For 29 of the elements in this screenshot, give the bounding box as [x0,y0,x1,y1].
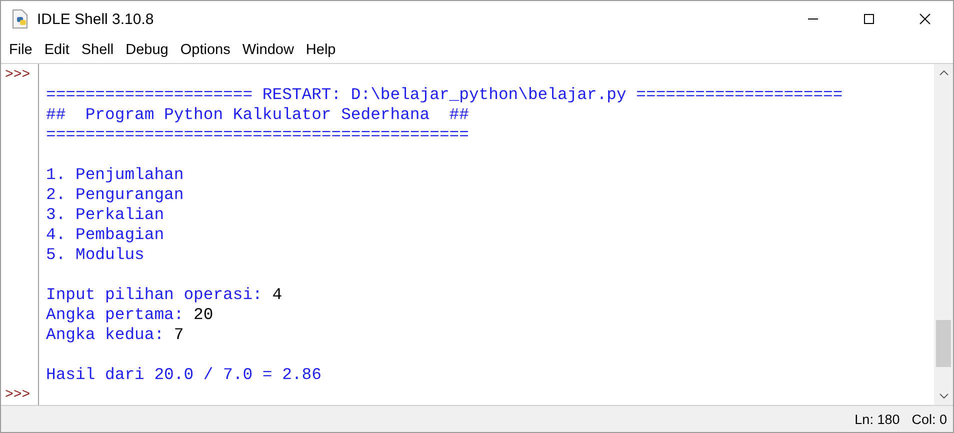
shell-output-line: ## Program Python Kalkulator Sederhana ## [46,105,469,124]
column-number-status: Col: 0 [912,412,947,426]
shell-output-line: Input pilihan operasi: 4 [46,285,282,304]
menu-item[interactable]: Edit [38,42,76,58]
shell-output-line: Angka kedua: 7 [46,325,184,344]
close-icon [919,13,931,25]
shell-output-line: 1. Penjumlahan [46,165,184,184]
menu-item[interactable]: File [3,42,38,58]
menu-item[interactable]: Shell [75,42,120,58]
shell-output-line: 5. Modulus [46,245,144,264]
menu-item[interactable]: Window [236,42,300,58]
shell-prompt: >>> [5,387,30,403]
menu-item[interactable]: Options [174,42,236,58]
line-number-status: Ln: 180 [854,412,900,426]
shell-output-line: 2. Pengurangan [46,185,184,204]
shell-prompt: >>> [5,67,30,83]
shell-output-line: Hasil dari 20.0 / 7.0 = 2.86 [46,365,322,384]
maximize-icon [863,13,875,25]
shell-output-line: Angka pertama: 20 [46,305,214,324]
vertical-scrollbar[interactable] [934,64,953,405]
shell-output-line: 3. Perkalian [46,205,164,224]
menu-item[interactable]: Help [300,42,342,58]
window-title: IDLE Shell 3.10.8 [37,10,155,28]
scrollbar-thumb[interactable] [936,320,951,367]
shell-output-line: =========================================== [46,125,469,144]
shell-output-line: 4. Pembagian [46,225,164,244]
shell-output-line: ===================== RESTART: D:\belajar_python\belajar.py ===================== [46,85,843,104]
python-file-icon [11,9,29,29]
menu-item[interactable]: Debug [120,42,174,58]
